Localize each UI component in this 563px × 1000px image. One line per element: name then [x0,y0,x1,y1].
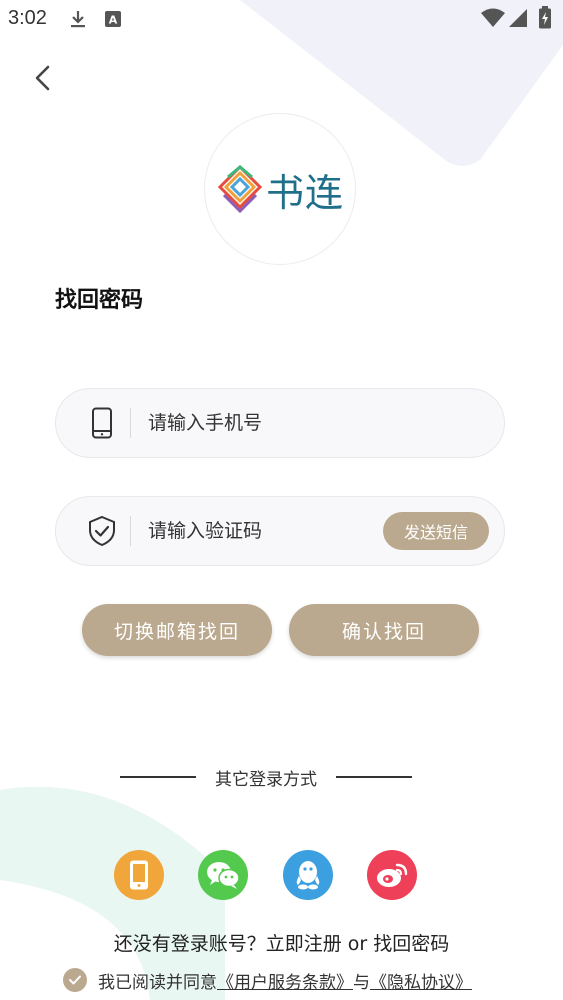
logo-text: 书连 [265,170,344,215]
agreement-prefix: 我已阅读并同意 [98,972,217,993]
field-divider [130,516,131,546]
agreement-checkbox[interactable] [63,968,87,992]
battery-charging-icon [539,6,551,29]
other-login-label: 其它登录方式 [215,769,317,790]
register-prompt[interactable]: 还没有登录账号？立即注册 or 找回密码 [0,929,563,956]
wechat-icon [207,862,240,889]
verification-code-input[interactable] [148,520,383,542]
phone-input[interactable] [148,412,504,434]
other-login-divider: 其它登录方式 [120,764,412,790]
page-title: 找回密码 [55,288,144,313]
chevron-left-icon [35,65,50,91]
download-icon [71,11,85,28]
field-divider [130,408,131,438]
status-bar: 3:02 A [0,0,563,36]
agreement-row: 我已阅读并同意《用户服务条款》与《隐私协议》 [63,967,472,993]
privacy-link[interactable]: 《隐私协议》 [370,973,472,993]
qq-login-button[interactable] [283,850,333,900]
notification-a-icon: A [105,11,121,27]
agreement-and: 与 [353,972,370,993]
weibo-login-button[interactable] [367,850,417,900]
back-button[interactable] [26,60,58,96]
shield-check-icon [82,515,122,547]
phone-field[interactable] [55,388,505,458]
phone-login-button[interactable] [114,850,164,900]
weibo-icon [377,863,408,887]
status-time: 3:02 [8,7,47,29]
divider-line [336,776,412,778]
wifi-icon [481,8,505,27]
cellular-signal-icon [509,9,527,27]
app-logo: 书连 [204,113,356,265]
svg-text:A: A [109,14,118,27]
switch-email-recovery-button[interactable]: 切换邮箱找回 [82,604,272,656]
wechat-login-button[interactable] [198,850,248,900]
verification-code-field[interactable]: 发送短信 [55,496,505,566]
checkmark-icon [69,975,81,985]
send-sms-button[interactable]: 发送短信 [383,512,489,550]
confirm-recovery-button[interactable]: 确认找回 [289,604,479,656]
terms-link[interactable]: 《用户服务条款》 [217,973,353,993]
divider-line [120,776,196,778]
mobile-phone-icon [82,407,122,439]
logo-mark-icon [217,165,263,213]
qq-icon [296,861,320,890]
phone-icon [130,860,148,890]
agreement-text: 我已阅读并同意《用户服务条款》与《隐私协议》 [98,968,472,993]
